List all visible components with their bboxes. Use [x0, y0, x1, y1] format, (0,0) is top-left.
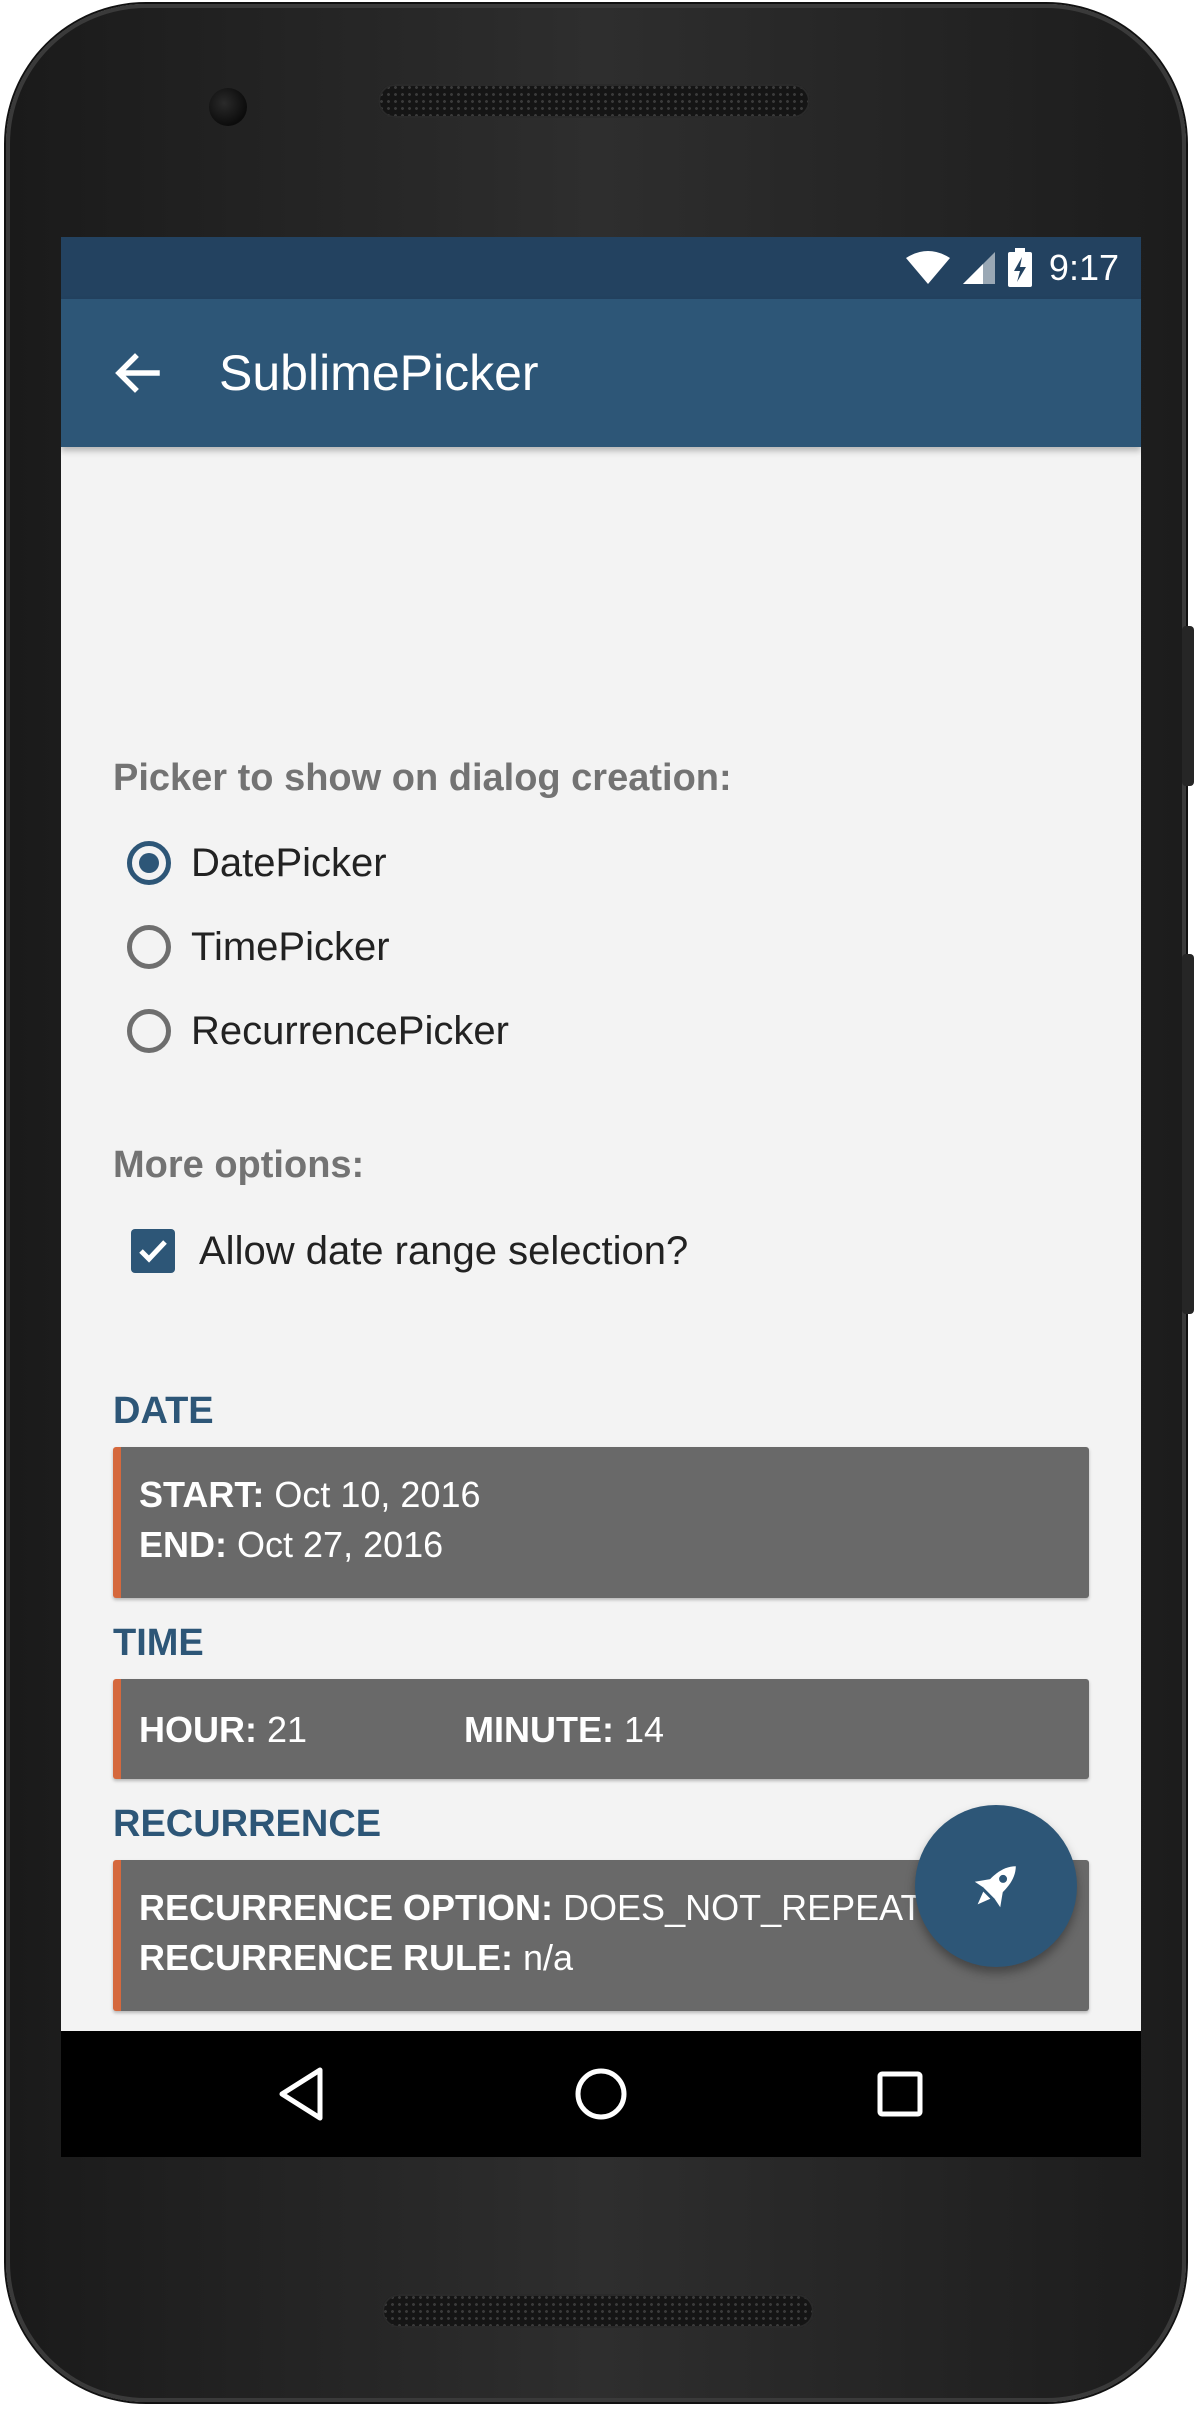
date-start-line: START: Oct 10, 2016: [139, 1474, 480, 1516]
phone-frame: 9:17 SublimePicker Picker to show on dia…: [6, 4, 1194, 2402]
radio-button-checked[interactable]: [127, 841, 171, 885]
navigation-bar: [61, 2031, 1141, 2157]
status-time: 9:17: [1048, 247, 1119, 288]
recurrence-option-value: DOES_NOT_REPEAT: [563, 1887, 923, 1928]
allow-range-label: Allow date range selection?: [199, 1228, 689, 1273]
time-minute-key: MINUTE:: [464, 1709, 614, 1750]
date-heading: DATE: [113, 1390, 214, 1432]
signal-icon: [962, 252, 995, 284]
more-options-label: More options:: [113, 1144, 365, 1186]
recurrence-rule-line: RECURRENCE RULE: n/a: [139, 1937, 573, 1979]
checkbox-checked[interactable]: [131, 1229, 175, 1273]
radio-option-datepicker[interactable]: DatePicker: [127, 833, 387, 893]
time-card: HOUR: 21 MINUTE: 14: [113, 1679, 1089, 1779]
battery-charging-icon: [1007, 248, 1032, 287]
front-camera: [209, 88, 247, 126]
time-hour-line: HOUR: 21: [139, 1709, 307, 1751]
app-bar: SublimePicker: [61, 299, 1141, 447]
time-minute-value: 14: [624, 1709, 665, 1750]
recurrence-option-key: RECURRENCE OPTION:: [139, 1887, 554, 1928]
status-bar: 9:17: [61, 237, 1141, 299]
home-circle-icon[interactable]: [567, 2060, 635, 2128]
screen: 9:17 SublimePicker Picker to show on dia…: [61, 237, 1141, 2157]
time-heading: TIME: [113, 1622, 204, 1664]
radio-label-recurrencepicker: RecurrencePicker: [191, 1008, 509, 1053]
radio-label-datepicker: DatePicker: [191, 840, 387, 885]
recurrence-rule-key: RECURRENCE RULE:: [139, 1937, 514, 1978]
radio-button[interactable]: [127, 1009, 171, 1053]
volume-button: [1182, 954, 1194, 1314]
top-speaker-grille: [378, 84, 810, 118]
time-hour-value: 21: [267, 1709, 308, 1750]
recurrence-rule-value: n/a: [523, 1937, 574, 1978]
date-end-key: END:: [139, 1524, 227, 1565]
allow-range-checkbox-row[interactable]: Allow date range selection?: [131, 1221, 688, 1281]
bottom-speaker-grille: [382, 2294, 814, 2328]
date-start-value: Oct 10, 2016: [274, 1474, 481, 1515]
radio-label-timepicker: TimePicker: [191, 924, 390, 969]
date-end-line: END: Oct 27, 2016: [139, 1524, 443, 1566]
time-minute-line: MINUTE: 14: [464, 1709, 664, 1751]
radio-option-timepicker[interactable]: TimePicker: [127, 917, 390, 977]
picker-section-label: Picker to show on dialog creation:: [113, 757, 732, 799]
radio-button[interactable]: [127, 925, 171, 969]
time-hour-key: HOUR:: [139, 1709, 257, 1750]
date-start-key: START:: [139, 1474, 265, 1515]
radio-option-recurrencepicker[interactable]: RecurrencePicker: [127, 1001, 509, 1061]
recents-square-icon[interactable]: [866, 2060, 934, 2128]
rocket-icon: [974, 1866, 1016, 1908]
launch-picker-fab[interactable]: [915, 1805, 1077, 1967]
recurrence-heading: RECURRENCE: [113, 1803, 382, 1845]
checkmark-icon: [139, 1240, 167, 1263]
recurrence-option-line: RECURRENCE OPTION: DOES_NOT_REPEAT: [139, 1887, 922, 1929]
power-button: [1182, 626, 1194, 786]
date-end-value: Oct 27, 2016: [237, 1524, 444, 1565]
back-triangle-icon[interactable]: [268, 2060, 336, 2128]
date-card: START: Oct 10, 2016 END: Oct 27, 2016: [113, 1447, 1089, 1598]
wifi-icon: [905, 251, 950, 284]
app-title: SublimePicker: [219, 345, 539, 401]
back-arrow-icon[interactable]: [107, 343, 167, 403]
